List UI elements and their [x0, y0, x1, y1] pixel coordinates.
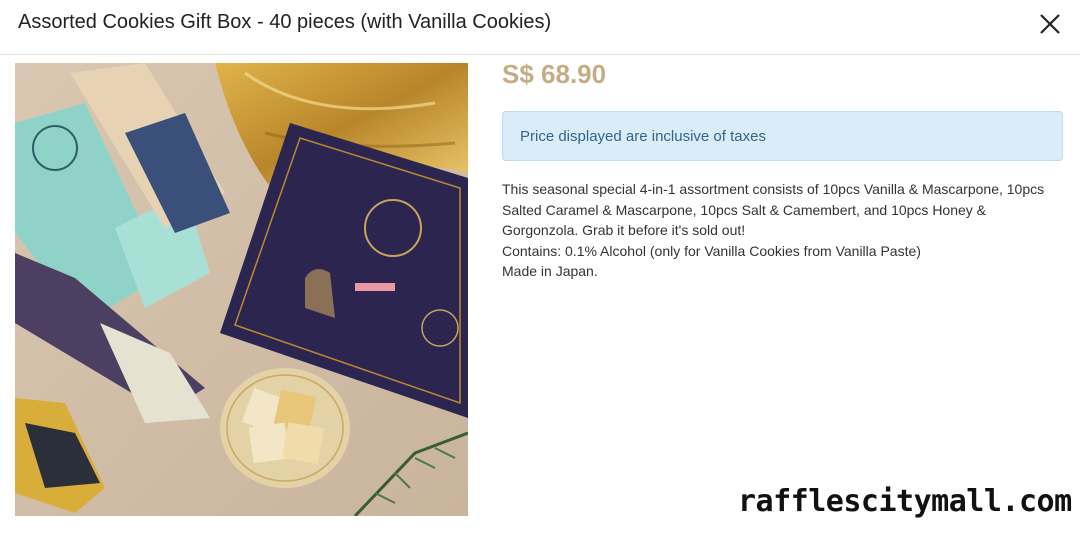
description-line: Salted Caramel & Mascarpone, 10pcs Salt … — [502, 201, 987, 218]
product-description: This seasonal special 4-in-1 assortment … — [502, 179, 1067, 282]
product-title: Assorted Cookies Gift Box - 40 pieces (w… — [18, 11, 552, 33]
modal-header: Assorted Cookies Gift Box - 40 pieces (w… — [0, 0, 1080, 55]
description-line: Made in Japan. — [502, 263, 598, 280]
tax-note-alert: Price displayed are inclusive of taxes — [502, 111, 1063, 161]
gift-box-photo — [15, 63, 468, 516]
description-line: This seasonal special 4-in-1 assortment … — [502, 181, 1045, 197]
close-icon[interactable] — [1036, 10, 1064, 38]
site-watermark: rafflescitymall.com — [738, 484, 1072, 519]
description-line: Contains: 0.1% Alcohol (only for Vanilla… — [502, 242, 921, 259]
product-image — [15, 63, 468, 516]
description-line: Gorgonzola. Grab it before it's sold out… — [502, 222, 746, 239]
product-price: S$ 68.90 — [502, 59, 607, 89]
